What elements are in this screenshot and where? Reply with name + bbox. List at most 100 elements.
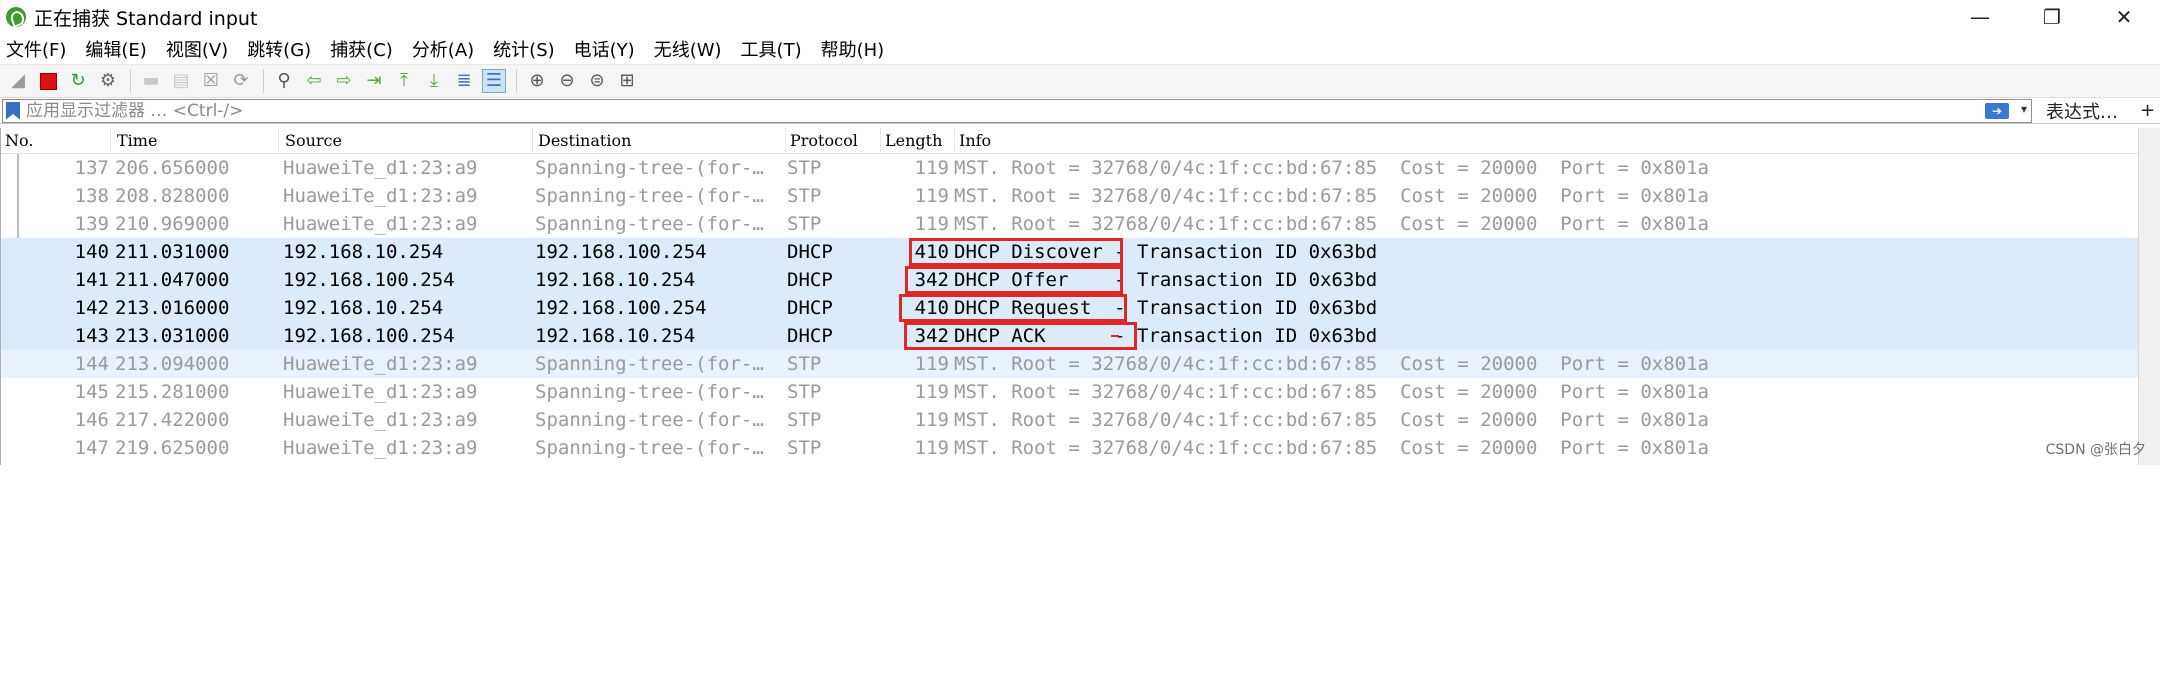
cell-time: 213.031000 bbox=[115, 322, 275, 350]
table-row[interactable]: 144 213.094000 HuaweiTe_d1:23:a9 Spannin… bbox=[1, 350, 2160, 378]
display-filter-input[interactable] bbox=[26, 101, 2031, 121]
menu-telephony[interactable]: 电话(Y) bbox=[574, 36, 635, 62]
column-header-time[interactable]: Time bbox=[113, 128, 279, 154]
column-header-length[interactable]: Length bbox=[881, 128, 955, 154]
menu-statistics[interactable]: 统计(S) bbox=[493, 36, 554, 62]
colorize-list-icon[interactable]: ☰ bbox=[482, 69, 506, 93]
annotation-box-discover bbox=[909, 238, 1123, 266]
cell-time: 211.031000 bbox=[115, 238, 275, 266]
packet-list: No. Time Source Destination Protocol Len… bbox=[0, 128, 2160, 465]
go-back-arrow-icon[interactable]: ⇦ bbox=[302, 69, 326, 93]
open-file-folder-icon[interactable]: ▬ bbox=[139, 69, 163, 93]
table-row[interactable]: 137 206.656000 HuaweiTe_d1:23:a9 Spannin… bbox=[1, 154, 2160, 182]
cell-info: MST. Root = 32768/0/4c:1f:cc:bd:67:85 Co… bbox=[954, 210, 2134, 238]
column-header-source[interactable]: Source bbox=[281, 128, 533, 154]
apply-filter-arrow-icon[interactable]: ➔ bbox=[1985, 103, 2009, 119]
cell-no: 137 bbox=[1, 154, 109, 182]
start-capture-fin-icon[interactable]: ◢ bbox=[6, 69, 30, 93]
table-row[interactable]: 146 217.422000 HuaweiTe_d1:23:a9 Spannin… bbox=[1, 406, 2160, 434]
table-row[interactable]: 138 208.828000 HuaweiTe_d1:23:a9 Spannin… bbox=[1, 182, 2160, 210]
cell-destination: Spanning-tree-(for-… bbox=[535, 350, 780, 378]
column-header-info[interactable]: Info bbox=[955, 128, 2135, 154]
cell-protocol: DHCP bbox=[787, 238, 877, 266]
column-header-no[interactable]: No. bbox=[1, 128, 111, 154]
cell-source: 192.168.10.254 bbox=[283, 294, 531, 322]
column-header-protocol[interactable]: Protocol bbox=[786, 128, 881, 154]
autoscroll-icon[interactable]: ≣ bbox=[452, 69, 476, 93]
filter-bookmark-icon[interactable] bbox=[6, 102, 20, 120]
cell-time: 210.969000 bbox=[115, 210, 275, 238]
column-header-destination[interactable]: Destination bbox=[534, 128, 786, 154]
close-file-icon[interactable]: ☒ bbox=[199, 69, 223, 93]
add-filter-button[interactable]: + bbox=[2140, 100, 2155, 121]
display-filter-field: ➔ ▾ bbox=[2, 99, 2032, 123]
zoom-out-icon[interactable]: ⊖ bbox=[555, 69, 579, 93]
cell-destination: 192.168.100.254 bbox=[535, 238, 780, 266]
maximize-button[interactable]: ❐ bbox=[2016, 0, 2088, 34]
cell-source: 192.168.10.254 bbox=[283, 238, 531, 266]
normal-size-icon[interactable]: ⊜ bbox=[585, 69, 609, 93]
cell-destination: 192.168.100.254 bbox=[535, 294, 780, 322]
cell-info: MST. Root = 32768/0/4c:1f:cc:bd:67:85 Co… bbox=[954, 182, 2134, 210]
go-last-packet-icon[interactable]: ⤓ bbox=[422, 69, 446, 93]
filter-history-dropdown-icon[interactable]: ▾ bbox=[2021, 102, 2027, 116]
menu-wireless[interactable]: 无线(W) bbox=[654, 36, 722, 62]
menu-view[interactable]: 视图(V) bbox=[166, 36, 228, 62]
cell-source: HuaweiTe_d1:23:a9 bbox=[283, 350, 531, 378]
cell-time: 211.047000 bbox=[115, 266, 275, 294]
menu-file[interactable]: 文件(F) bbox=[6, 36, 66, 62]
packet-list-header: No. Time Source Destination Protocol Len… bbox=[1, 128, 2160, 154]
cell-length: 119 bbox=[881, 182, 949, 210]
cell-protocol: STP bbox=[787, 350, 877, 378]
table-row[interactable]: 147 219.625000 HuaweiTe_d1:23:a9 Spannin… bbox=[1, 434, 2160, 462]
cell-protocol: STP bbox=[787, 182, 877, 210]
window-title: 正在捕获 Standard input bbox=[34, 4, 257, 31]
expression-button[interactable]: 表达式… bbox=[2046, 98, 2118, 124]
zoom-in-icon[interactable]: ⊕ bbox=[525, 69, 549, 93]
cell-no: 146 bbox=[1, 406, 109, 434]
cell-protocol: STP bbox=[787, 406, 877, 434]
go-forward-arrow-icon[interactable]: ⇨ bbox=[332, 69, 356, 93]
cell-no: 145 bbox=[1, 378, 109, 406]
cell-no: 144 bbox=[1, 350, 109, 378]
menu-edit[interactable]: 编辑(E) bbox=[85, 36, 146, 62]
stop-capture-icon[interactable] bbox=[36, 69, 60, 93]
cell-destination: Spanning-tree-(for-… bbox=[535, 434, 780, 462]
annotation-box-offer bbox=[905, 266, 1123, 294]
cell-no: 141 bbox=[1, 266, 109, 294]
find-packet-magnifier-icon[interactable]: ⚲ bbox=[272, 69, 296, 93]
toolbar-separator bbox=[516, 69, 517, 93]
annotation-box-request bbox=[899, 294, 1127, 322]
cell-time: 213.094000 bbox=[115, 350, 275, 378]
reload-file-icon[interactable]: ⟳ bbox=[229, 69, 253, 93]
menu-help[interactable]: 帮助(H) bbox=[821, 36, 885, 62]
menu-tools[interactable]: 工具(T) bbox=[741, 36, 802, 62]
cell-length: 119 bbox=[881, 154, 949, 182]
go-to-packet-icon[interactable]: ⇥ bbox=[362, 69, 386, 93]
cell-no: 139 bbox=[1, 210, 109, 238]
vertical-scrollbar[interactable] bbox=[2138, 128, 2160, 465]
menu-analyze[interactable]: 分析(A) bbox=[412, 36, 474, 62]
cell-no: 138 bbox=[1, 182, 109, 210]
cell-source: 192.168.100.254 bbox=[283, 322, 531, 350]
watermark: CSDN @张白夕 bbox=[2046, 439, 2146, 459]
cell-source: HuaweiTe_d1:23:a9 bbox=[283, 378, 531, 406]
resize-columns-icon[interactable]: ⊞ bbox=[615, 69, 639, 93]
minimize-button[interactable]: — bbox=[1944, 0, 2016, 34]
save-file-icon[interactable]: ▤ bbox=[169, 69, 193, 93]
cell-destination: Spanning-tree-(for-… bbox=[535, 154, 780, 182]
close-button[interactable]: ✕ bbox=[2088, 0, 2160, 34]
table-row[interactable]: 139 210.969000 HuaweiTe_d1:23:a9 Spannin… bbox=[1, 210, 2160, 238]
menu-go[interactable]: 跳转(G) bbox=[247, 36, 311, 62]
cell-protocol: DHCP bbox=[787, 294, 877, 322]
table-row[interactable]: 145 215.281000 HuaweiTe_d1:23:a9 Spannin… bbox=[1, 378, 2160, 406]
cell-info: MST. Root = 32768/0/4c:1f:cc:bd:67:85 Co… bbox=[954, 378, 2134, 406]
cell-protocol: STP bbox=[787, 154, 877, 182]
cell-no: 142 bbox=[1, 294, 109, 322]
display-filter-bar: ➔ ▾ 表达式… + bbox=[0, 98, 2160, 124]
cell-info: MST. Root = 32768/0/4c:1f:cc:bd:67:85 Co… bbox=[954, 350, 2134, 378]
menu-capture[interactable]: 捕获(C) bbox=[330, 36, 393, 62]
capture-options-gear-icon[interactable]: ⚙ bbox=[96, 69, 120, 93]
restart-capture-icon[interactable]: ↻ bbox=[66, 69, 90, 93]
go-first-packet-icon[interactable]: ⤒ bbox=[392, 69, 416, 93]
